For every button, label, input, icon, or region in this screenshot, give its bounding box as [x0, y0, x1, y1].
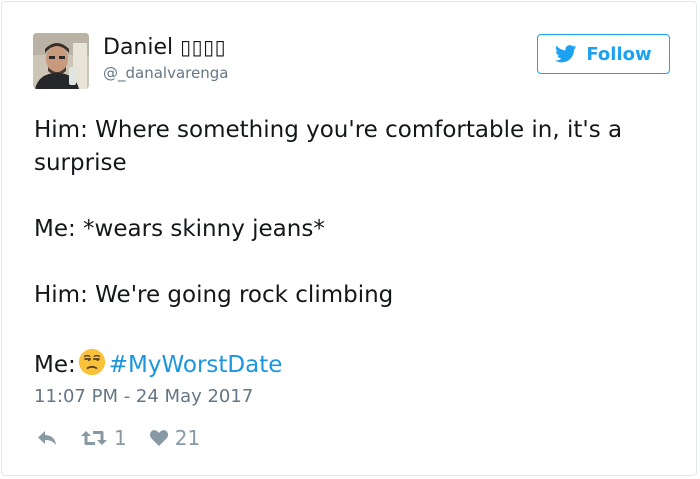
tweet-card: Daniel ▯▯▯▯ @_danalvarenga Follow Him: W… [1, 1, 697, 476]
heart-icon [149, 430, 168, 446]
avatar[interactable] [33, 33, 89, 89]
follow-button-label: Follow [586, 43, 652, 65]
tweet-actions: 1 21 [36, 425, 200, 451]
tweet-text-line-4: Him: We're going rock climbing [34, 282, 394, 308]
tweet-text-line-3: Me: *wears skinny jeans* [34, 216, 325, 242]
tweet-timestamp[interactable]: 11:07 PM - 24 May 2017 [34, 386, 253, 407]
tweet-text-line-1: Him: Where something you're comfortable … [34, 117, 623, 143]
reply-button[interactable] [36, 429, 58, 447]
like-count: 21 [174, 426, 201, 450]
tweet-text-prefix: Me: [34, 352, 76, 378]
unamused-face-emoji [78, 348, 106, 382]
avatar-photo [33, 33, 89, 89]
like-button[interactable]: 21 [149, 426, 200, 450]
tweet-text-line-2: surprise [34, 150, 127, 176]
author-display-name[interactable]: Daniel ▯▯▯▯ [103, 35, 226, 60]
reply-icon [38, 431, 56, 445]
hashtag-link[interactable]: #MyWorstDate [109, 352, 283, 378]
retweet-button[interactable]: 1 [80, 426, 127, 450]
retweet-icon [81, 431, 107, 445]
follow-button[interactable]: Follow [537, 34, 670, 74]
tweet-text-line-5: Me: #MyWorstDate [34, 348, 282, 382]
retweet-count: 1 [114, 426, 127, 450]
author-name-text: Daniel [103, 35, 181, 60]
twitter-bird-icon [555, 45, 577, 63]
author-handle[interactable]: @_danalvarenga [103, 64, 228, 82]
author-name-emoji: ▯▯▯▯ [180, 35, 227, 59]
